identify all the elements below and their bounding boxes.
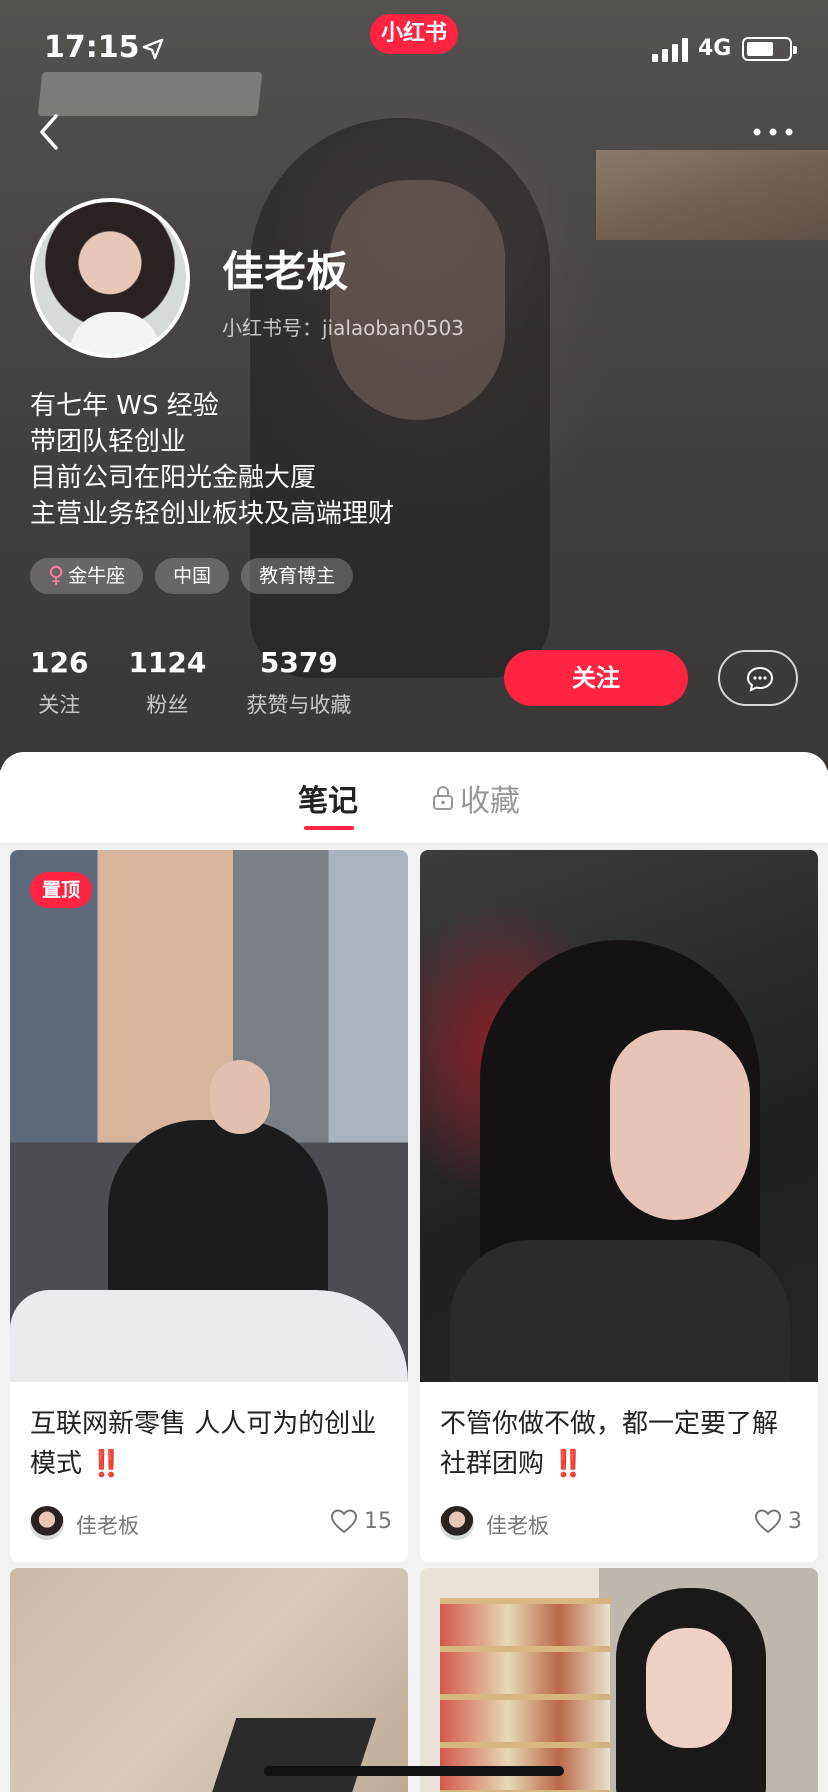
battery-icon [742,37,797,61]
bio-line: 主营业务轻创业板块及高端理财 [30,499,395,529]
tab-label: 收藏 [460,784,520,819]
like-button[interactable]: 15 [330,1508,392,1534]
note-cover-image: 置顶 [10,850,408,1382]
tag-region: 中国 [155,558,230,594]
app-logo: 小红书 [370,14,458,54]
like-count: 3 [788,1508,802,1534]
author-name[interactable]: 佳老板 [76,1510,139,1540]
tag-label: 中国 [173,565,212,587]
profile-header: 17:15 小红书 4G 佳老板 小红书号：jialaoban0503 有七年 … [0,0,828,770]
author-avatar[interactable] [30,1506,64,1540]
tab-active-indicator [304,826,354,830]
female-icon: ♀ [48,563,65,588]
cover-figure-body [450,1240,790,1382]
note-title: 不管你做不做，都一定要了解社群团购 ‼️ [440,1404,800,1484]
bio-line: 带团队轻创业 [30,427,187,457]
avatar[interactable] [30,198,190,358]
more-options-button[interactable] [748,122,798,142]
profile-stats: 126 关注 1124 粉丝 5379 获赞与收藏 [30,646,391,719]
stat-followers[interactable]: 1124 粉丝 [128,646,206,719]
lock-icon [433,786,453,810]
note-meta: 佳老板 3 [440,1506,802,1542]
bio-line: 目前公司在阳光金融大厦 [30,463,317,493]
tag-category: 教育博主 [241,558,354,594]
stat-likes-collects[interactable]: 5379 获赞与收藏 [246,646,351,719]
note-cover-image [420,1568,818,1792]
stat-following[interactable]: 126 关注 [30,646,88,719]
home-indicator[interactable] [264,1766,564,1776]
double-exclamation-icon: ‼️ [552,1449,585,1479]
tab-label: 笔记 [298,784,358,819]
cover-figure-face [646,1628,732,1748]
note-cover-image [10,1568,408,1792]
status-time: 17:15 [44,30,140,65]
author-name[interactable]: 佳老板 [486,1510,549,1540]
location-arrow-icon [142,38,164,60]
follow-button[interactable]: 关注 [504,650,688,706]
profile-tags: ♀ 金牛座 中国 教育博主 [30,558,354,594]
pinned-badge: 置顶 [30,872,93,908]
cover-detail [203,1718,377,1792]
profile-nickname: 佳老板 [222,247,349,296]
tab-notes[interactable]: 笔记 [298,776,358,830]
like-button[interactable]: 3 [754,1508,802,1534]
note-card[interactable] [10,1568,408,1792]
bio-line: 有七年 WS 经验 [30,391,219,421]
note-card[interactable]: 置顶 互联网新零售 人人可为的创业模式 ‼️ 佳老板 15 [10,850,408,1562]
content-tabs: 笔记 收藏 [0,752,828,844]
note-card[interactable]: 不管你做不做，都一定要了解社群团购 ‼️ 佳老板 3 [420,850,818,1562]
cover-car [10,1290,408,1382]
stat-label: 获赞与收藏 [246,693,352,717]
stat-value: 5379 [259,646,338,679]
chat-bubble-icon [746,666,774,692]
cover-shelf [440,1598,610,1792]
note-card[interactable] [420,1568,818,1792]
cover-figure-head [210,1060,270,1134]
back-button[interactable] [30,108,70,156]
stat-value: 1124 [128,646,207,679]
message-button[interactable] [718,650,798,706]
heart-icon [754,1509,782,1534]
stat-label: 粉丝 [146,693,189,717]
tag-label: 金牛座 [68,565,126,587]
note-meta: 佳老板 15 [30,1506,392,1542]
author-avatar[interactable] [440,1506,474,1540]
profile-user-id[interactable]: 小红书号：jialaoban0503 [222,312,464,341]
profile-bio: 有七年 WS 经验 带团队轻创业 目前公司在阳光金融大厦 主营业务轻创业板块及高… [30,388,394,532]
notes-feed: 置顶 互联网新零售 人人可为的创业模式 ‼️ 佳老板 15 不管你做不做，都一定… [0,844,828,1792]
stat-value: 126 [30,646,89,679]
stat-label: 关注 [38,693,81,717]
tab-collect[interactable]: 收藏 [432,776,520,820]
network-label: 4G [698,36,732,61]
like-count: 15 [364,1508,392,1534]
tag-zodiac: ♀ 金牛座 [30,558,144,594]
note-title: 互联网新零售 人人可为的创业模式 ‼️ [30,1404,390,1484]
note-title-text: 互联网新零售 人人可为的创业模式 [30,1409,377,1479]
cover-figure-face [610,1030,750,1220]
heart-icon [330,1509,358,1534]
tag-label: 教育博主 [259,565,336,587]
note-title-text: 不管你做不做，都一定要了解社群团购 [440,1409,779,1479]
double-exclamation-icon: ‼️ [90,1449,123,1479]
signal-icon [652,38,688,62]
note-cover-image [420,850,818,1382]
